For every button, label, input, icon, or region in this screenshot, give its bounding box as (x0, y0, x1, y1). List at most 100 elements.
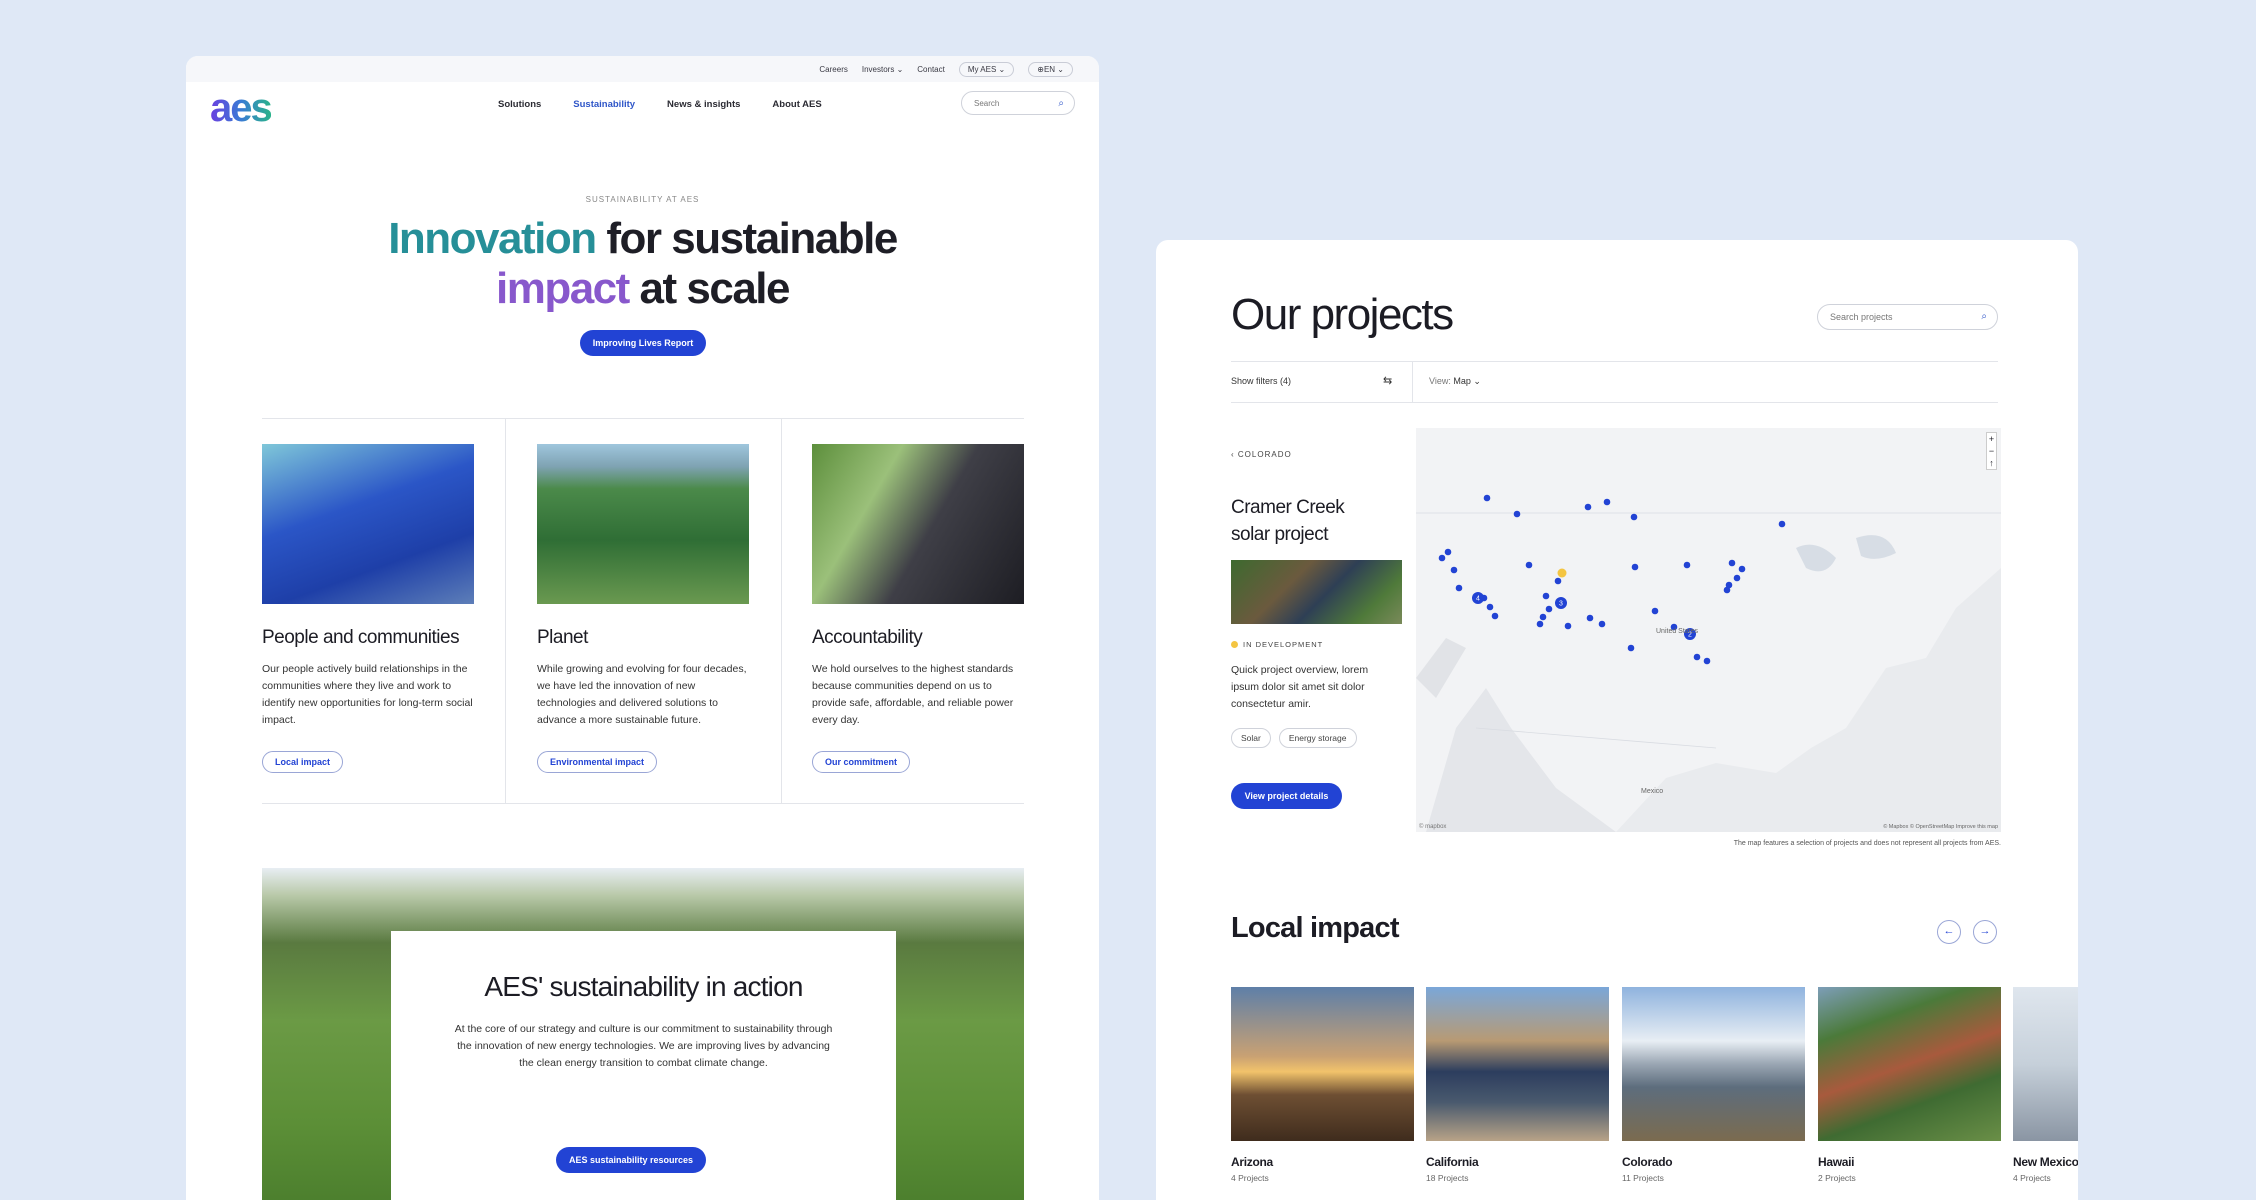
filter-bar: Show filters (4) ⇆ View: Map ⌄ (1231, 361, 1998, 403)
sustainability-resources-button[interactable]: AES sustainability resources (556, 1147, 706, 1173)
map-zoom-controls[interactable]: + − ↑ (1986, 432, 1997, 470)
hero-title-impact: impact (495, 264, 630, 313)
project-name: Cramer Creek solar project (1231, 497, 1345, 545)
pillar-people-communities: People and communities Our people active… (262, 444, 474, 773)
project-marker[interactable] (1733, 574, 1741, 582)
pillar-accountability: Accountability We hold ourselves to the … (812, 444, 1024, 773)
chevron-left-icon: ‹ (1231, 450, 1235, 459)
zoom-out-button[interactable]: − (1987, 445, 1996, 457)
sustainability-page: Careers Investors ⌄ Contact My AES ⌄ ⊕EN… (186, 56, 1099, 1200)
project-marker[interactable] (1438, 554, 1446, 562)
language-selector[interactable]: ⊕EN ⌄ (1028, 61, 1073, 77)
project-marker[interactable] (1630, 513, 1638, 521)
status-badge: IN DEVELOPMENT (1231, 640, 1323, 649)
cluster-count-label: 3 (1559, 601, 1563, 608)
chevron-down-icon: ⌄ (1057, 64, 1064, 74)
project-marker[interactable] (1455, 584, 1463, 592)
state-project-count: 18 Projects (1426, 1173, 1469, 1183)
project-marker[interactable] (1586, 614, 1594, 622)
project-marker[interactable] (1542, 592, 1550, 600)
projects-map[interactable]: 432 United States Mexico + − ↑ © mapbox … (1416, 428, 2001, 832)
project-marker[interactable] (1651, 607, 1659, 615)
project-marker[interactable] (1491, 612, 1499, 620)
view-project-details-button[interactable]: View project details (1231, 783, 1342, 809)
state-card-california[interactable]: California 18 Projects (1426, 987, 1609, 1183)
pillar-text: Our people actively build relationships … (262, 663, 473, 726)
map-attribution[interactable]: © Mapbox © OpenStreetMap Improve this ma… (1883, 824, 1998, 830)
environmental-impact-button[interactable]: Environmental impact (537, 751, 658, 773)
project-marker[interactable] (1598, 620, 1606, 628)
selected-project-marker[interactable] (1557, 568, 1567, 578)
project-tags: Solar Energy storage (1231, 728, 1357, 748)
project-marker[interactable] (1631, 563, 1639, 571)
action-text: At the core of our strategy and culture … (454, 1023, 833, 1069)
view-label: View: (1429, 376, 1451, 386)
improving-lives-report-button[interactable]: Improving Lives Report (580, 330, 706, 356)
carousel-prev-button[interactable]: ← (1937, 920, 1961, 944)
state-card-hawaii[interactable]: Hawaii 2 Projects (1818, 987, 2001, 1183)
project-marker[interactable] (1728, 559, 1736, 567)
project-marker[interactable] (1778, 520, 1786, 528)
carousel-next-button[interactable]: → (1973, 920, 1997, 944)
divider (1412, 362, 1413, 402)
project-marker[interactable] (1627, 644, 1635, 652)
project-marker[interactable] (1554, 577, 1562, 585)
hero-eyebrow: SUSTAINABILITY AT AES (585, 195, 700, 204)
careers-link[interactable]: Careers (819, 65, 847, 74)
project-marker[interactable] (1564, 622, 1572, 630)
project-marker[interactable] (1683, 561, 1691, 569)
search-placeholder: Search projects (1830, 312, 1893, 322)
pillar-title: People and communities (262, 627, 460, 648)
project-marker[interactable] (1539, 613, 1547, 621)
project-marker[interactable] (1738, 565, 1746, 573)
contact-link[interactable]: Contact (917, 65, 945, 74)
state-name: Arizona (1231, 1155, 1273, 1169)
state-card-new-mexico[interactable]: New Mexico 4 Projects (2013, 987, 2078, 1183)
action-title: AES' sustainability in action (484, 971, 803, 1002)
zoom-in-button[interactable]: + (1987, 433, 1996, 445)
project-marker[interactable] (1513, 510, 1521, 518)
search-icon[interactable]: ⌕ (1981, 311, 1987, 322)
show-filters-button[interactable]: Show filters (4) (1231, 376, 1291, 386)
project-marker[interactable] (1483, 494, 1491, 502)
state-card-colorado[interactable]: Colorado 11 Projects (1622, 987, 1805, 1183)
project-marker[interactable] (1603, 498, 1611, 506)
sliders-icon[interactable]: ⇆ (1383, 374, 1392, 387)
investors-link[interactable]: Investors ⌄ (862, 65, 903, 74)
project-marker[interactable] (1584, 503, 1592, 511)
map-canvas: 432 (1416, 428, 2001, 832)
compass-icon[interactable]: ↑ (1987, 457, 1996, 469)
project-marker[interactable] (1536, 620, 1544, 628)
project-marker[interactable] (1545, 605, 1553, 613)
search-icon[interactable]: ⌕ (1058, 98, 1064, 109)
chevron-down-icon: ⌄ (998, 64, 1006, 74)
our-commitment-button[interactable]: Our commitment (812, 751, 911, 773)
nav-sustainability[interactable]: Sustainability (573, 99, 635, 110)
state-project-count: 4 Projects (2013, 1173, 2051, 1183)
map-note: The map features a selection of projects… (1733, 840, 2001, 847)
projects-page: Our projects Search projects ⌕ Show filt… (1156, 240, 2078, 1200)
project-marker[interactable] (1693, 653, 1701, 661)
project-marker[interactable] (1450, 566, 1458, 574)
back-to-colorado-link[interactable]: ‹ COLORADO (1231, 450, 1292, 459)
mapbox-logo: © mapbox (1419, 824, 1447, 830)
my-aes-button[interactable]: My AES ⌄ (958, 61, 1015, 77)
project-marker[interactable] (1525, 561, 1533, 569)
nav-about-aes[interactable]: About AES (772, 99, 821, 110)
local-impact-button[interactable]: Local impact (262, 751, 344, 773)
view-selector[interactable]: View: Map ⌄ (1429, 376, 1481, 387)
view-value: Map (1453, 376, 1471, 386)
site-search-input[interactable]: Search ⌕ (961, 91, 1075, 115)
colorado-solar-image (1622, 987, 1805, 1141)
projects-search-input[interactable]: Search projects ⌕ (1817, 304, 1998, 330)
state-card-arizona[interactable]: Arizona 4 Projects (1231, 987, 1414, 1183)
project-marker[interactable] (1444, 548, 1452, 556)
project-marker[interactable] (1486, 603, 1494, 611)
pillar-title: Planet (537, 627, 588, 648)
aes-logo[interactable]: aes (210, 86, 273, 131)
nav-solutions[interactable]: Solutions (498, 99, 541, 110)
nav-news-insights[interactable]: News & insights (667, 99, 740, 110)
project-marker[interactable] (1703, 657, 1711, 665)
hero-title: Innovation for sustainable impact at sca… (186, 214, 1099, 314)
project-marker[interactable] (1723, 586, 1731, 594)
